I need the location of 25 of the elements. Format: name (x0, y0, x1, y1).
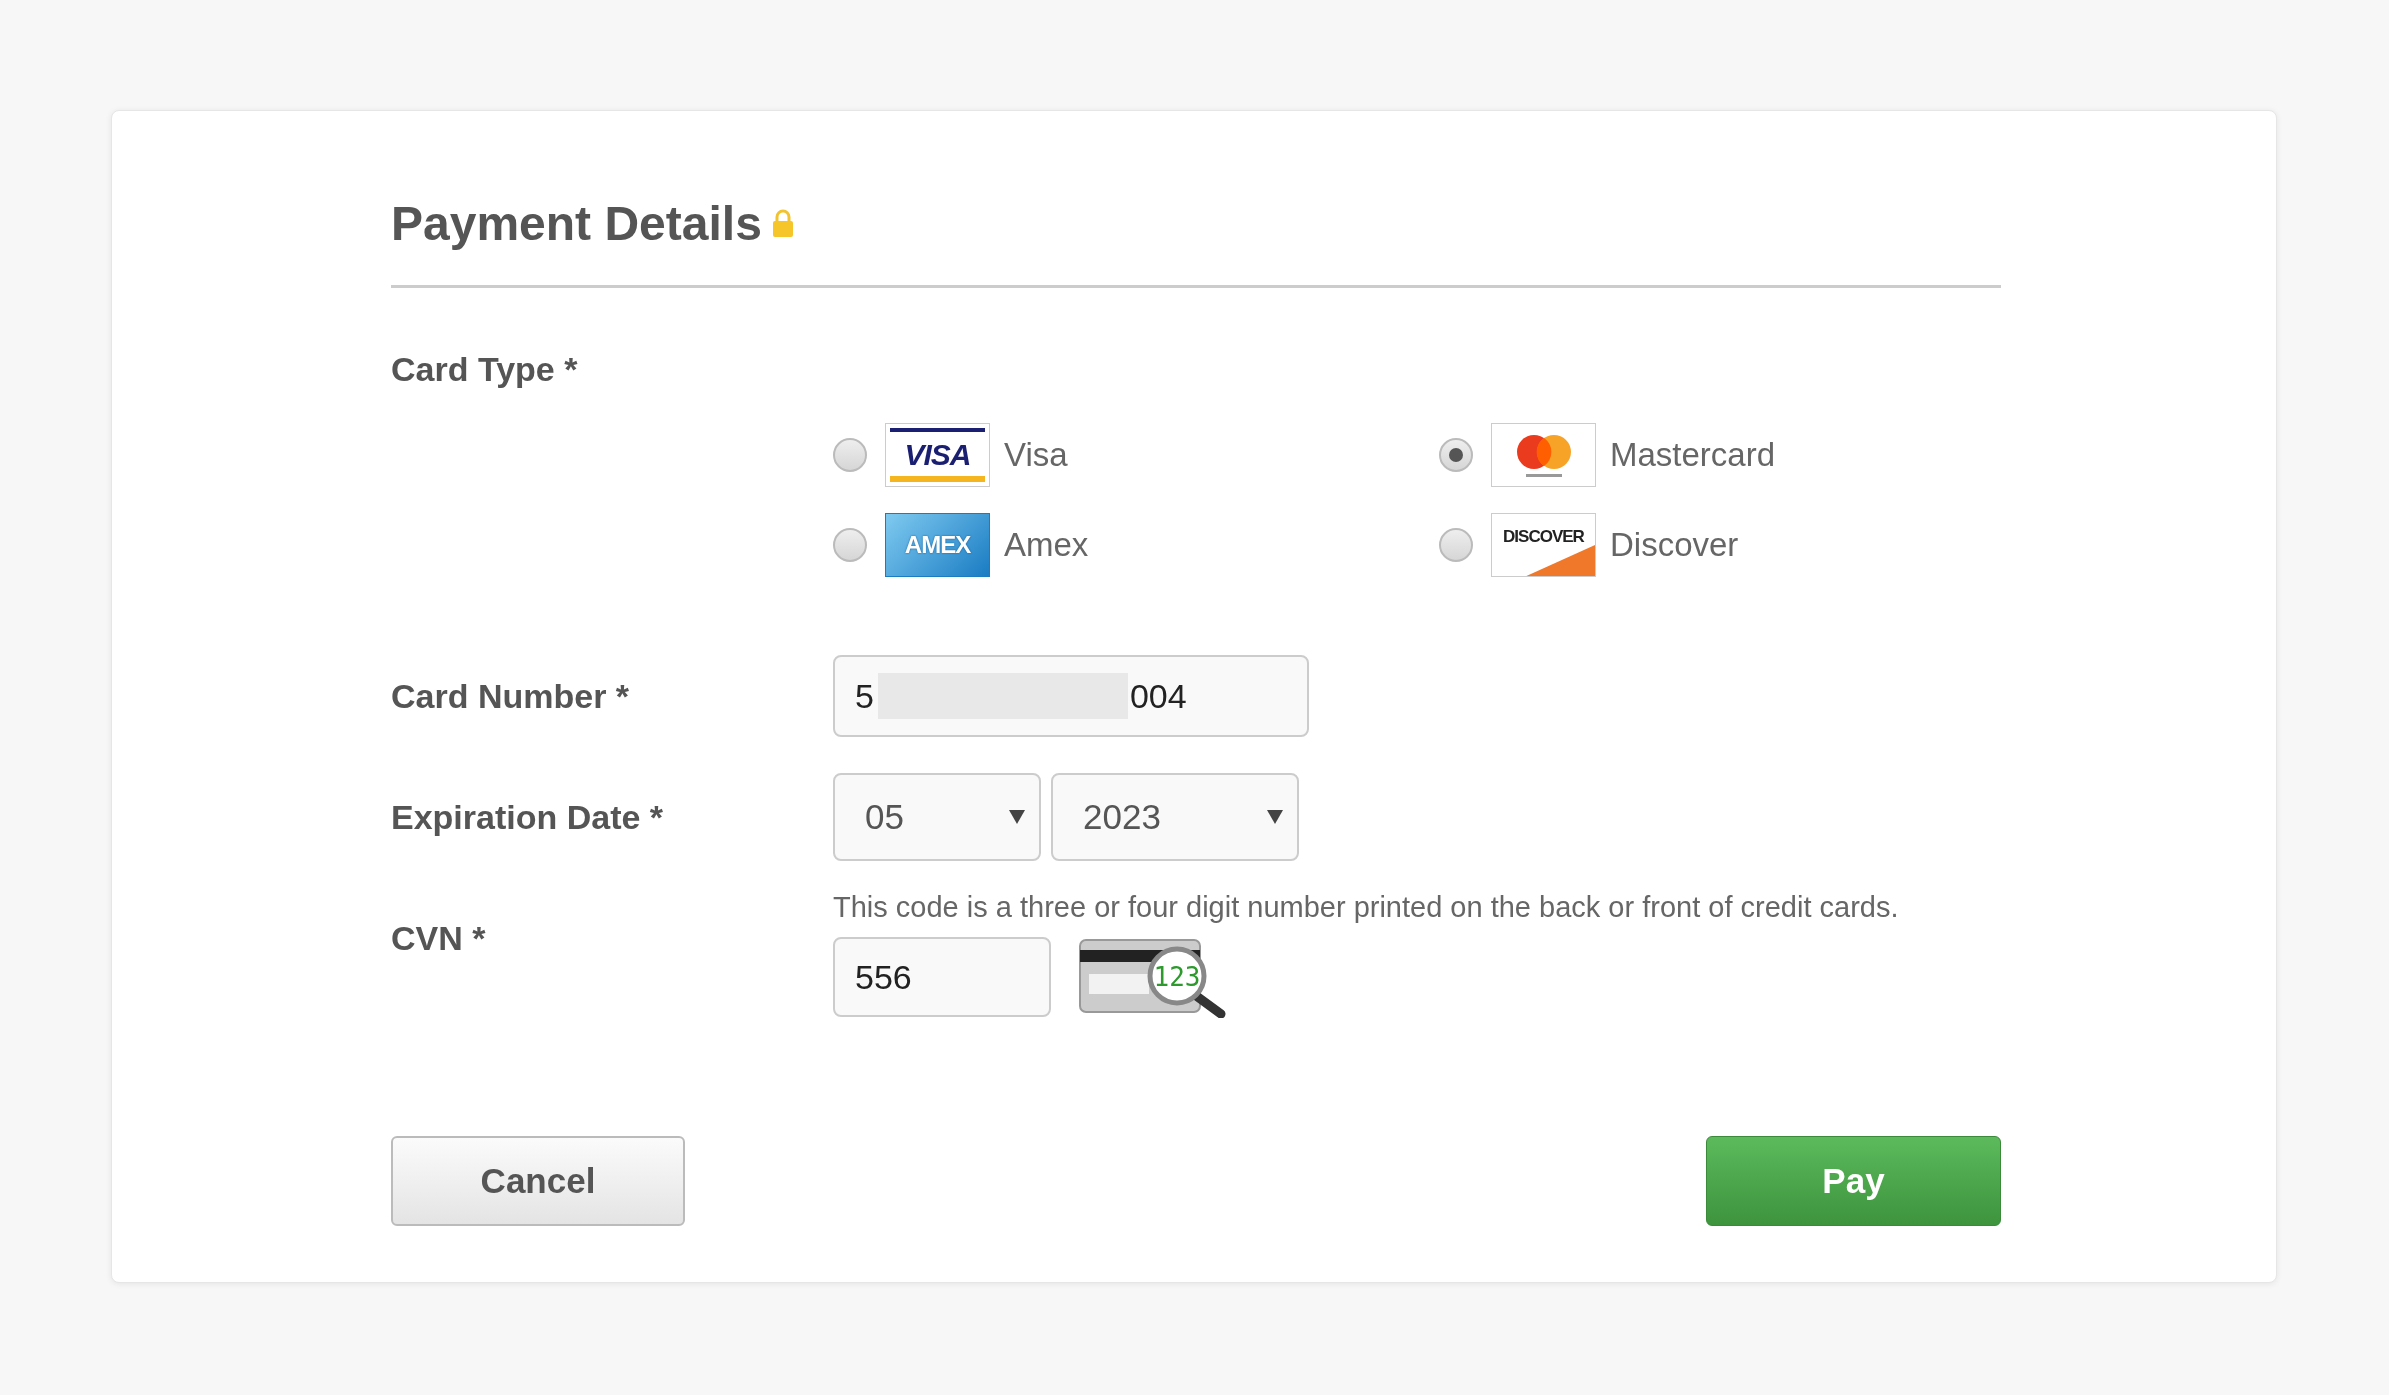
option-label: Mastercard (1610, 436, 1776, 474)
month-dropdown[interactable]: 05 (833, 773, 1041, 861)
option-label: Visa (1004, 436, 1068, 474)
cvn-field[interactable]: 556 (833, 937, 1051, 1017)
page-title: Payment Details (391, 195, 762, 251)
caret-icon (1267, 810, 1283, 824)
card-number-field[interactable]: 5 004 (833, 655, 1309, 737)
cancel-button[interactable]: Cancel (391, 1136, 685, 1226)
field-label: Card Number * (391, 676, 631, 716)
radio-button[interactable] (1439, 528, 1473, 562)
field-label: Card Type * (391, 350, 579, 389)
caret-icon (1009, 810, 1025, 824)
help-text: This code is a three or four digit number printed on the back or front of credit cards. (833, 891, 1899, 924)
card-logo: AMEX (885, 513, 990, 577)
field-label: CVN * (391, 919, 487, 958)
radio-button[interactable] (1439, 438, 1473, 472)
radio-button[interactable] (833, 438, 867, 472)
option-label: Discover (1610, 526, 1739, 564)
year-dropdown[interactable]: 2023 (1051, 773, 1299, 861)
card-logo: VISA (885, 423, 990, 487)
option-label: Amex (1004, 526, 1089, 564)
field-label: Expiration Date * (391, 797, 665, 837)
lock-icon (771, 208, 794, 238)
card-logo: DISCOVER (1491, 513, 1596, 577)
radio-button[interactable] (833, 528, 867, 562)
